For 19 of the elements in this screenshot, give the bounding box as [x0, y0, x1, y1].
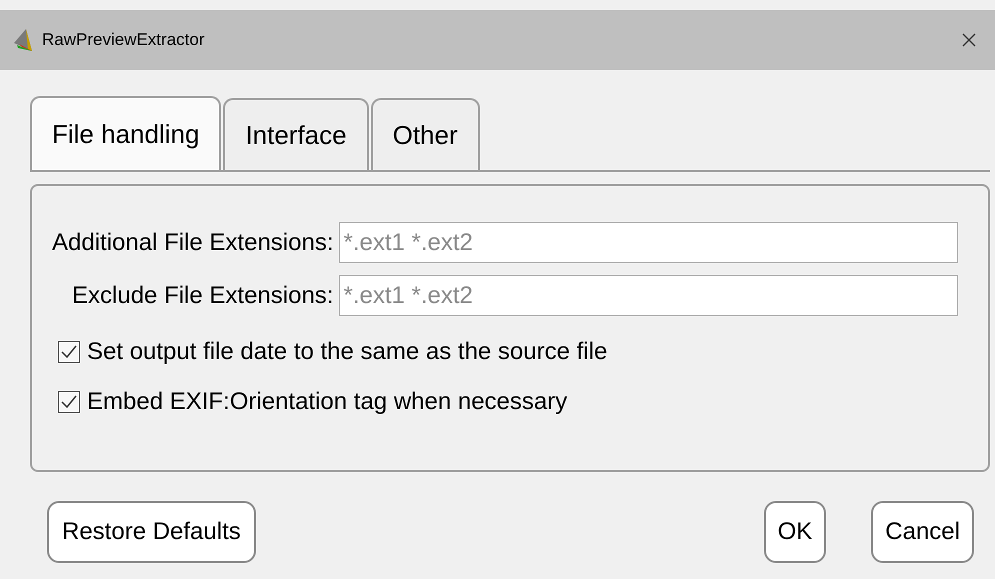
app-logo-icon [14, 29, 34, 51]
dialog-button[interactable]: Cancel [871, 501, 974, 563]
checkbox[interactable] [58, 391, 80, 413]
input-field[interactable]: *.ext1 *.ext2 [339, 222, 958, 263]
restore-defaults-button[interactable]: Restore Defaults [47, 501, 256, 563]
window-title: RawPreviewExtractor [42, 29, 204, 52]
field-label: Additional File Extensions: [52, 228, 334, 258]
tab[interactable]: File handling [30, 96, 222, 170]
field-label: Exclude File Extensions: [71, 280, 334, 310]
dialog-button[interactable]: OK [764, 501, 826, 563]
close-icon [961, 32, 977, 48]
input-field[interactable]: *.ext1 *.ext2 [339, 275, 958, 316]
checkmark-icon [61, 395, 77, 409]
tab[interactable]: Other [370, 98, 480, 170]
tab[interactable]: Interface [223, 98, 369, 170]
checkbox-label: Set output file date to the same as the source file [87, 337, 608, 367]
checkmark-icon [61, 345, 77, 359]
checkbox-label: Embed EXIF:Orientation tag when necessary [87, 387, 568, 417]
checkbox[interactable] [58, 341, 80, 363]
